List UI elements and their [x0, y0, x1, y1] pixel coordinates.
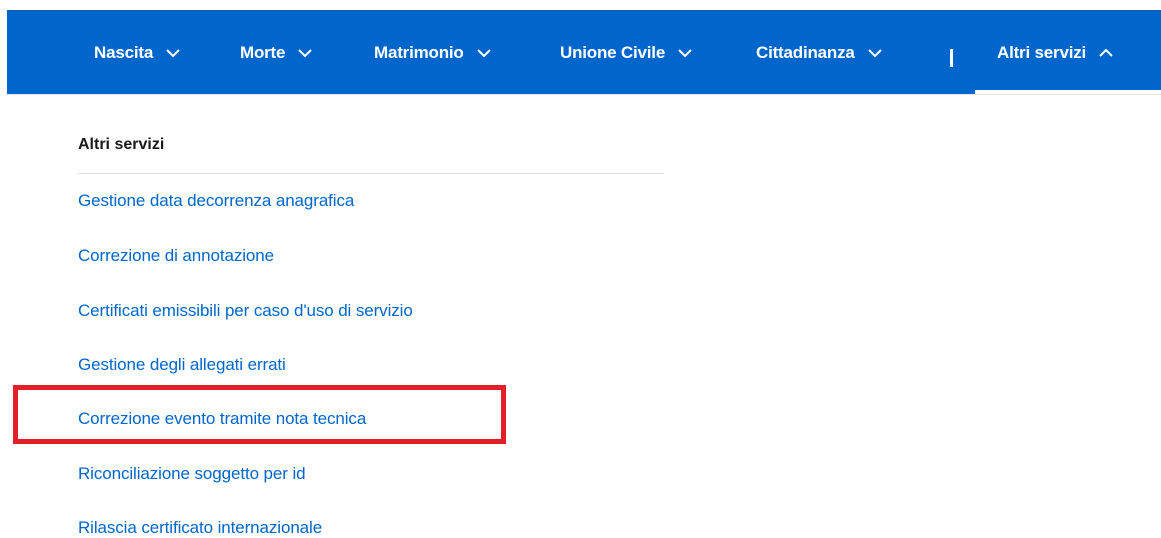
nav-divider [950, 49, 953, 67]
navbar-bottom-border [7, 94, 1161, 95]
nav-item-nascita[interactable]: Nascita [94, 12, 181, 94]
menu-link-gestione-data-decorrenza[interactable]: Gestione data decorrenza anagrafica [78, 191, 354, 211]
nav-item-label: Matrimonio [374, 43, 464, 62]
nav-item-label: Nascita [94, 43, 154, 62]
menu-link-riconciliazione-soggetto[interactable]: Riconciliazione soggetto per id [78, 464, 306, 484]
nav-item-label: Unione Civile [560, 43, 666, 62]
chevron-down-icon [867, 48, 883, 58]
nav-item-altri-servizi[interactable]: Altri servizi [997, 12, 1115, 94]
nav-item-morte[interactable]: Morte [240, 12, 313, 94]
chevron-down-icon [165, 48, 181, 58]
dropdown-divider [78, 173, 664, 174]
highlight-annotation-box [13, 385, 506, 444]
chevron-up-icon [1098, 48, 1114, 58]
chevron-down-icon [297, 48, 313, 58]
nav-item-label: Altri servizi [997, 43, 1087, 62]
menu-link-correzione-annotazione[interactable]: Correzione di annotazione [78, 246, 274, 266]
nav-item-matrimonio[interactable]: Matrimonio [374, 12, 492, 94]
nav-item-unione-civile[interactable]: Unione Civile [560, 12, 693, 94]
chevron-down-icon [677, 48, 693, 58]
menu-link-gestione-allegati-errati[interactable]: Gestione degli allegati errati [78, 355, 286, 375]
dropdown-heading: Altri servizi [78, 136, 165, 153]
menu-link-certificati-emissibili[interactable]: Certificati emissibili per caso d'uso di… [78, 301, 413, 321]
nav-item-cittadinanza[interactable]: Cittadinanza [756, 12, 883, 94]
menu-link-rilascia-certificato-internazionale[interactable]: Rilascia certificato internazionale [78, 518, 322, 538]
page: Nascita Morte Matrimonio Unione Civile C… [0, 0, 1161, 538]
nav-item-label: Cittadinanza [756, 43, 855, 62]
main-navbar: Nascita Morte Matrimonio Unione Civile C… [7, 10, 1161, 94]
chevron-down-icon [476, 48, 492, 58]
nav-item-label: Morte [240, 43, 286, 62]
